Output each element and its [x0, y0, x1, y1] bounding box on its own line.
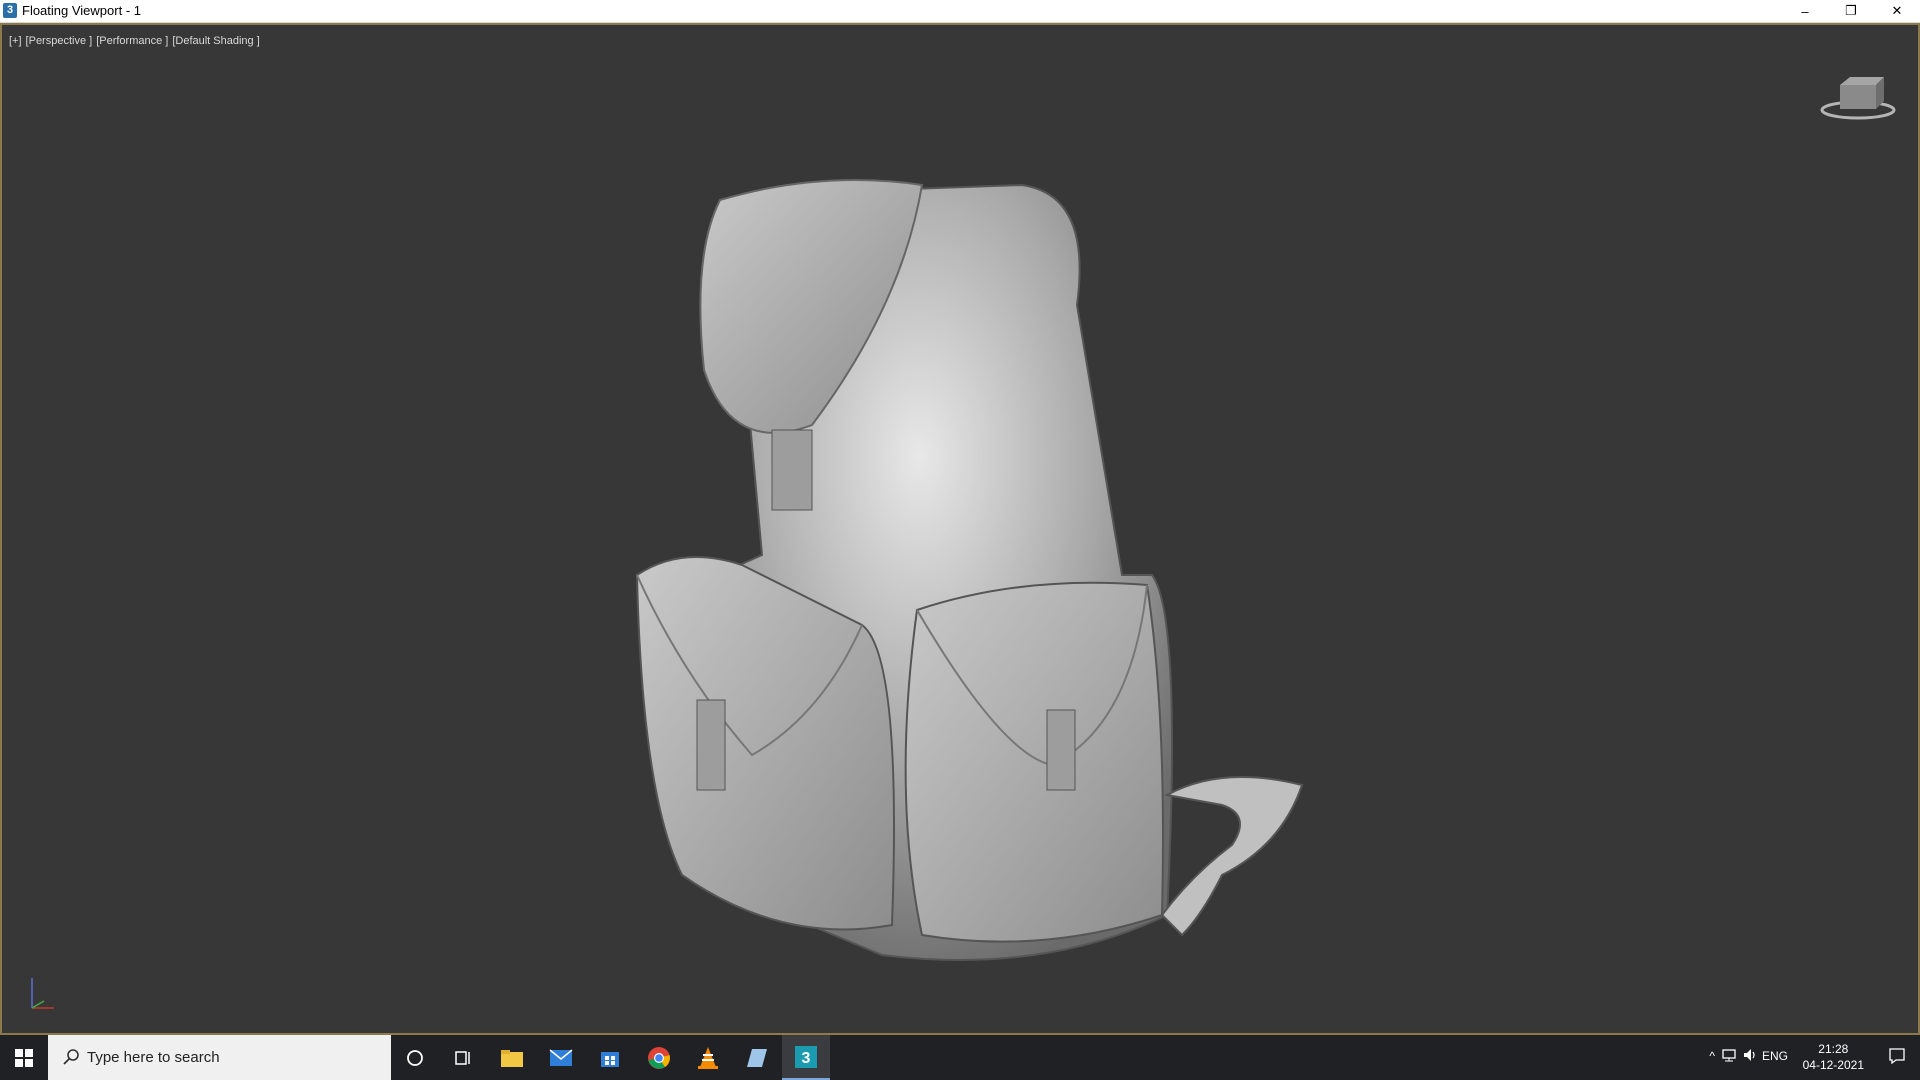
chrome-button[interactable]	[635, 1035, 683, 1080]
taskbar: Type here to search 3 ^ ENG 21:28 04-12-…	[0, 1035, 1920, 1080]
language-indicator[interactable]: ENG	[1762, 1049, 1788, 1063]
vlc-button[interactable]	[684, 1035, 732, 1080]
clock-date: 04-12-2021	[1802, 1058, 1864, 1072]
notes-button[interactable]	[733, 1035, 781, 1080]
windows-start-button[interactable]	[0, 1035, 48, 1080]
window-title: Floating Viewport - 1	[22, 3, 141, 18]
volume-icon[interactable]	[1742, 1047, 1758, 1063]
windows-start-icon	[15, 1048, 33, 1067]
show-hidden-icons-chevron-icon[interactable]: ^	[1709, 1049, 1715, 1063]
3dsmax-app-icon: 3	[3, 3, 17, 18]
mail-icon	[549, 1048, 573, 1066]
taskbar-search-box[interactable]: Type here to search	[48, 1035, 391, 1080]
chrome-icon	[648, 1046, 670, 1069]
file-explorer-button[interactable]	[488, 1035, 536, 1080]
minimize-button[interactable]: –	[1782, 0, 1828, 22]
viewcube-icon[interactable]	[1818, 65, 1898, 125]
file-explorer-icon	[501, 1049, 523, 1067]
store-button[interactable]	[586, 1035, 634, 1080]
window-titlebar: 3 Floating Viewport - 1 – ❐ ✕	[0, 0, 1920, 23]
search-placeholder: Type here to search	[87, 1049, 220, 1066]
backpack-model[interactable]	[622, 155, 1342, 975]
store-icon	[601, 1051, 619, 1067]
viewport-shading-menu[interactable]: [Default Shading ]	[172, 35, 259, 47]
mail-button[interactable]	[537, 1035, 585, 1080]
notes-icon	[747, 1048, 767, 1067]
network-icon[interactable]	[1721, 1047, 1737, 1063]
viewport-plus-menu[interactable]: [+]	[9, 35, 22, 47]
3dsmax-taskbar-button[interactable]: 3	[782, 1035, 830, 1080]
viewport-performance-menu[interactable]: [Performance ]	[96, 35, 168, 47]
task-view-button[interactable]	[439, 1035, 487, 1080]
cortana-button[interactable]	[391, 1035, 439, 1080]
task-view-icon	[455, 1050, 470, 1065]
floating-viewport[interactable]: [+] [Perspective ] [Performance ] [Default …	[0, 23, 1920, 1035]
restore-button[interactable]: ❐	[1828, 0, 1874, 22]
notification-center-icon[interactable]	[1888, 1047, 1906, 1065]
search-icon	[63, 1049, 79, 1065]
3dsmax-icon: 3	[795, 1045, 817, 1068]
system-tray: ^ ENG 21:28 04-12-2021	[1680, 1035, 1920, 1080]
clock-time: 21:28	[1818, 1042, 1849, 1056]
viewport-camera-menu[interactable]: [Perspective ]	[26, 35, 93, 47]
close-button[interactable]: ✕	[1874, 0, 1920, 22]
clock[interactable]: 21:28 04-12-2021	[1803, 1041, 1864, 1073]
svg-text:3: 3	[802, 1050, 811, 1067]
axis-tripod-icon	[31, 978, 54, 1009]
viewport-label-menu: [+] [Perspective ] [Performance ] [Default …	[9, 35, 264, 47]
vlc-icon	[698, 1046, 718, 1069]
cortana-icon	[407, 1049, 423, 1066]
